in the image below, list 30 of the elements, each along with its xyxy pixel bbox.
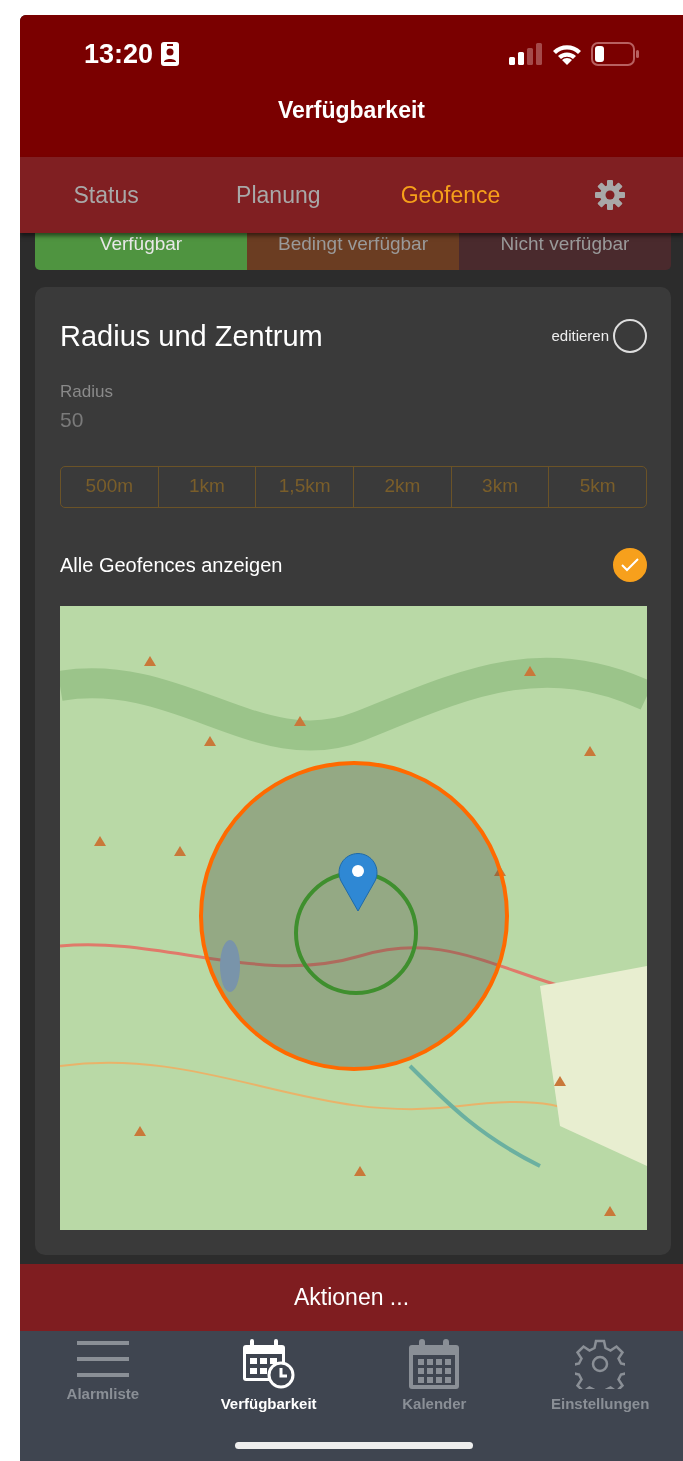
checkmark-icon [621, 558, 639, 573]
battery-icon [591, 42, 639, 66]
edit-toggle[interactable] [613, 319, 647, 353]
availability-segment[interactable]: Nicht verfügbar [459, 233, 671, 270]
calendar-clock-icon [242, 1339, 295, 1389]
availability-segment[interactable]: Verfügbar [35, 233, 247, 270]
tab[interactable]: Planung [236, 177, 321, 213]
card-title: Radius und Zentrum [60, 319, 323, 354]
signal-icon [509, 43, 543, 65]
tab[interactable]: Geofence [400, 177, 501, 213]
menu-icon [76, 1339, 129, 1379]
actions-button[interactable]: Aktionen ... [20, 1264, 683, 1331]
tab[interactable]: Status [73, 177, 139, 213]
radius-label: Radius [60, 380, 114, 403]
screen-title: Verfügbarkeit [277, 96, 426, 125]
location-pin-icon [338, 852, 378, 911]
nav-tab[interactable]: Verfügbarkeit [185, 1331, 352, 1416]
calendar-icon [409, 1339, 460, 1389]
nav-tab[interactable]: Kalender [351, 1331, 518, 1416]
edit-label: editieren [551, 325, 609, 346]
show-all-geofences-checkbox[interactable] [613, 547, 647, 582]
settings-icon [575, 1339, 626, 1389]
status-time: 13:20 [84, 37, 154, 71]
id-card-icon [161, 42, 180, 66]
nav-tab[interactable]: Einstellungen [517, 1331, 683, 1416]
settings-icon[interactable] [593, 179, 626, 211]
nav-tab[interactable]: Alarmliste [20, 1331, 186, 1416]
show-all-geofences-label: Alle Geofences anzeigen [60, 552, 283, 578]
wifi-icon [551, 42, 583, 66]
availability-segment[interactable]: Bedingt verfügbar [247, 233, 459, 270]
